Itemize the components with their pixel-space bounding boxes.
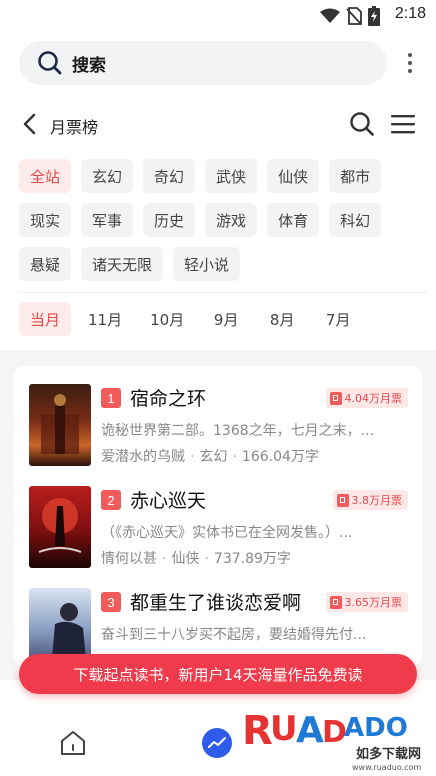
svg-text:如多下载网: 如多下载网: [356, 746, 421, 762]
more-options-button[interactable]: [400, 48, 420, 78]
filter-chip[interactable]: 诸天无限: [81, 247, 164, 281]
votes-text: 3.8万月票: [351, 494, 403, 507]
month-tab[interactable]: 10月: [139, 302, 195, 336]
month-tab[interactable]: 11月: [77, 302, 133, 336]
month-tab[interactable]: 8月: [257, 302, 307, 336]
book-description: 诡秘世界第二部。1368之年，七月之末，...: [101, 423, 374, 439]
filter-chip[interactable]: 体育: [267, 203, 320, 237]
wifi-icon: [320, 8, 340, 23]
filter-chip[interactable]: 都市: [329, 159, 382, 193]
back-arrow-icon[interactable]: [20, 112, 42, 136]
book-item[interactable]: 2 赤心巡天 3.8万月票 （《赤心巡天》实体书已在全网发售。）... 情何以甚…: [14, 486, 422, 586]
filter-chip[interactable]: 仙侠: [267, 159, 320, 193]
svg-text:R: R: [242, 708, 273, 754]
book-cover: [29, 486, 91, 568]
word-count: 166.04万字: [241, 449, 319, 465]
menu-icon[interactable]: [391, 113, 415, 135]
search-icon: [38, 51, 62, 75]
dot-icon: [408, 53, 412, 57]
status-time: 2:18: [394, 5, 426, 22]
book-meta: 爱潜水的乌贼 · 玄幻 · 166.04万字: [101, 449, 319, 465]
home-icon[interactable]: [58, 728, 88, 758]
watermark-logo: R U A D ADO 如多下载网 www.ruaduo.com: [240, 702, 430, 772]
word-count: 737.89万字: [213, 551, 291, 567]
svg-text:www.ruaduo.com: www.ruaduo.com: [352, 763, 421, 772]
book-description: （《赤心巡天》实体书已在全网发售。）...: [101, 525, 353, 541]
book-meta: 情何以甚 · 仙侠 · 737.89万字: [101, 551, 291, 567]
svg-text:U: U: [270, 709, 298, 749]
search-label: 搜索: [72, 55, 106, 76]
cover-art: [41, 394, 79, 454]
book-title: 都重生了谁谈恋爱啊: [130, 592, 302, 614]
svg-text:A: A: [296, 710, 324, 751]
trend-icon: [208, 737, 226, 748]
genre: 玄幻: [199, 449, 228, 465]
filter-row-1: 全站 玄幻 奇幻 武侠 仙侠 都市: [19, 159, 382, 193]
book-description: 奋斗到三十八岁买不起房，要结婚得先付...: [101, 627, 367, 643]
header-search-icon[interactable]: [349, 111, 375, 137]
monthly-votes-badge: 4.04万月票: [325, 388, 408, 408]
dot-icon: [408, 61, 412, 65]
page-title: 月票榜: [50, 118, 99, 137]
page-header: 月票榜: [0, 104, 436, 144]
filter-chip[interactable]: 武侠: [205, 159, 258, 193]
filter-chip[interactable]: 轻小说: [173, 247, 241, 281]
author: 爱潜水的乌贼: [101, 449, 185, 465]
filter-chip[interactable]: 历史: [143, 203, 196, 237]
filter-row-3: 悬疑 诸天无限 轻小说: [19, 247, 241, 281]
rank-badge: 1: [101, 388, 121, 408]
monthly-votes-badge: 3.65万月票: [325, 592, 408, 612]
cover-art: [38, 498, 82, 553]
filter-chip[interactable]: 悬疑: [19, 247, 72, 281]
trend-nav-icon[interactable]: [202, 728, 232, 758]
no-sim-icon: [346, 7, 362, 25]
divider: [19, 292, 427, 293]
ranking-list: 1 宿命之环 4.04万月票 诡秘世界第二部。1368之年，七月之末，... 爱…: [14, 366, 422, 666]
filter-chip-all[interactable]: 全站: [19, 159, 72, 193]
genre: 仙侠: [171, 551, 200, 567]
votes-text: 3.65万月票: [344, 596, 403, 609]
filter-chip[interactable]: 奇幻: [143, 159, 196, 193]
svg-text:ADO: ADO: [344, 713, 408, 743]
battery-icon: [368, 6, 380, 26]
month-tab[interactable]: 7月: [313, 302, 363, 336]
author: 情何以甚: [101, 551, 157, 567]
filter-chip[interactable]: 科幻: [329, 203, 382, 237]
ticket-icon: [329, 391, 342, 405]
ticket-icon: [336, 493, 349, 507]
filter-chip[interactable]: 现实: [19, 203, 72, 237]
monthly-votes-badge: 3.8万月票: [332, 490, 408, 510]
month-tabs: 当月 11月 10月 9月 8月 7月: [19, 302, 363, 336]
search-bar[interactable]: 搜索: [19, 41, 387, 85]
filter-chip[interactable]: 军事: [81, 203, 134, 237]
watermark-graphic: R U A D ADO 如多下载网 www.ruaduo.com: [242, 708, 421, 772]
month-tab-current[interactable]: 当月: [19, 302, 72, 336]
status-icons: [320, 6, 380, 26]
filter-chip[interactable]: 游戏: [205, 203, 258, 237]
status-bar: 2:18: [0, 0, 436, 32]
book-title: 赤心巡天: [130, 490, 207, 512]
month-tab[interactable]: 9月: [201, 302, 251, 336]
book-cover: [29, 384, 91, 466]
rank-badge: 2: [101, 490, 121, 510]
filter-row-2: 现实 军事 历史 游戏 体育 科幻: [19, 203, 382, 237]
filter-chip[interactable]: 玄幻: [81, 159, 134, 193]
votes-text: 4.04万月票: [344, 392, 403, 405]
book-title: 宿命之环: [130, 388, 207, 410]
book-item[interactable]: 1 宿命之环 4.04万月票 诡秘世界第二部。1368之年，七月之末，... 爱…: [14, 384, 422, 484]
download-app-banner[interactable]: 下载起点读书，新用户14天海量作品免费读: [19, 654, 417, 694]
ticket-icon: [329, 595, 342, 609]
dot-icon: [408, 69, 412, 73]
rank-badge: 3: [101, 592, 121, 612]
